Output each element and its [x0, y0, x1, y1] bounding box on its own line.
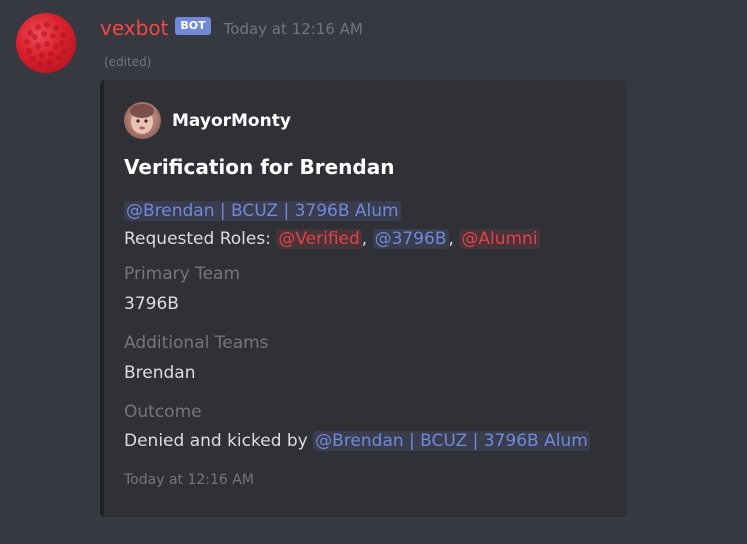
requested-roles-label: Requested Roles:: [124, 229, 271, 249]
field-value-outcome: Denied and kicked by @Brendan | BCUZ | 3…: [124, 431, 590, 451]
outcome-user-mention[interactable]: @Brendan | BCUZ | 3796B Alum: [313, 431, 590, 451]
golf-ball-icon: [24, 22, 67, 67]
edited-label: (edited): [104, 55, 152, 69]
message: vexbot BOT Today at 12:16 AM (edited) Ma…: [0, 0, 747, 544]
field-name-additional-teams: Additional Teams: [124, 333, 269, 353]
role-mention-3796b[interactable]: @3796B: [372, 229, 449, 249]
timestamp: Today at 12:16 AM: [223, 20, 363, 38]
embed-author: MayorMonty: [124, 102, 291, 139]
bot-avatar[interactable]: [16, 13, 76, 73]
author-name[interactable]: MayorMonty: [172, 111, 291, 131]
field-value-additional-teams: Brendan: [124, 363, 196, 383]
role-mention-verified[interactable]: @Verified: [276, 229, 362, 249]
user-mention[interactable]: @Brendan | BCUZ | 3796B Alum: [124, 201, 401, 221]
description-line-1: @Brendan | BCUZ | 3796B Alum: [124, 197, 540, 225]
role-mention-alumni[interactable]: @Alumni: [459, 229, 540, 249]
message-header: vexbot BOT Today at 12:16 AM: [100, 14, 363, 42]
embed-footer-timestamp: Today at 12:16 AM: [124, 472, 254, 488]
field-name-primary-team: Primary Team: [124, 264, 241, 284]
author-avatar: [124, 102, 161, 139]
field-name-outcome: Outcome: [124, 402, 202, 422]
author-face-icon: [130, 104, 154, 134]
username[interactable]: vexbot: [100, 16, 168, 40]
embed-description: @Brendan | BCUZ | 3796B Alum Requested R…: [124, 197, 540, 253]
field-value-primary-team: 3796B: [124, 294, 179, 314]
embed: MayorMonty Verification for Brendan @Bre…: [100, 80, 626, 517]
description-line-2: Requested Roles: @Verified, @3796B, @Alu…: [124, 229, 540, 249]
bot-tag: BOT: [175, 17, 211, 35]
embed-title: Verification for Brendan: [124, 155, 395, 179]
outcome-text: Denied and kicked by: [124, 431, 308, 451]
